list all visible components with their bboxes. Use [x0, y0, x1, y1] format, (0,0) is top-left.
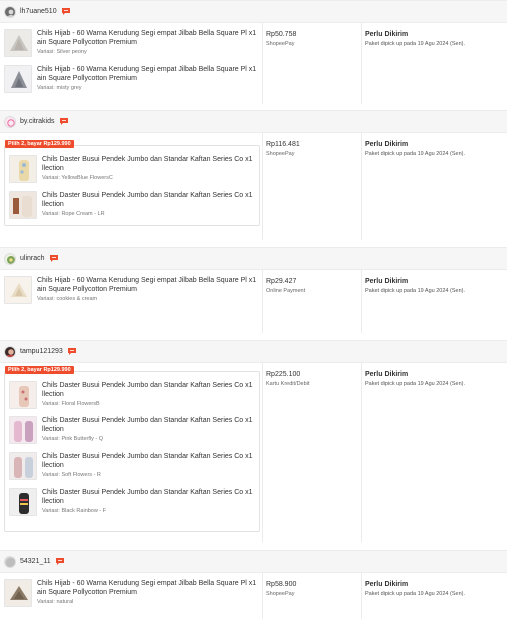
order-header: ulinrach — [0, 247, 507, 270]
order-header: 54321_11 — [0, 550, 507, 573]
order-card: by.citrakids Pilih 2, bayar Rp129.990 Ch… — [0, 110, 507, 240]
order-status: Perlu Dikirim — [365, 31, 409, 38]
product-thumbnail — [4, 579, 32, 607]
status-detail: Paket dipick up pada 19 Agu 2024 (Sen). — [365, 151, 465, 157]
order-item[interactable]: Chils Daster Busui Pendek Jumbo dan Stan… — [9, 379, 259, 413]
product-thumbnail — [9, 488, 37, 516]
order-item[interactable]: Chils Daster Busui Pendek Jumbo dan Stan… — [9, 189, 259, 223]
bundle-group: Pilih 2, bayar Rp129.990 Chils Daster Bu… — [4, 140, 260, 226]
order-card: 54321_11 Chils Hijab - 60 Warna Kerudung… — [0, 550, 507, 619]
product-name: Chils Daster Busui Pendek Jumbo dan Stan… — [42, 417, 253, 433]
bundle-promo-tag: Pilih 2, bayar Rp129.990 — [5, 140, 74, 148]
order-card: tampu121293 Pilih 2, bayar Rp129.990 Chi… — [0, 340, 507, 542]
order-item[interactable]: Chils Hijab - 60 Warna Kerudung Segi emp… — [4, 63, 260, 97]
order-total: Rp116.481 — [266, 141, 300, 148]
product-name: Chils Hijab - 60 Warna Kerudung Segi emp… — [37, 277, 257, 293]
order-status: Perlu Dikirim — [365, 278, 409, 285]
product-variant: Variasi: Pink Butterfly - Q — [42, 436, 104, 442]
user-avatar — [4, 115, 16, 128]
product-variant: Variasi: natural — [37, 599, 74, 605]
product-name: Chils Daster Busui Pendek Jumbo dan Stan… — [42, 453, 253, 469]
user-avatar — [4, 345, 16, 358]
product-variant: Variasi: Soft Flowers - R — [42, 472, 101, 478]
bundle-group: Pilih 2, bayar Rp129.990 Chils Daster Bu… — [4, 366, 260, 532]
payment-method: ShopeePay — [266, 591, 295, 597]
product-name: Chils Daster Busui Pendek Jumbo dan Stan… — [42, 382, 253, 398]
order-total: Rp225.100 — [266, 371, 301, 378]
product-variant: Variasi: Black Rainbow - F — [42, 508, 107, 514]
buyer-username[interactable]: lh7uane510 — [20, 8, 57, 15]
bundle-promo-tag: Pilih 2, bayar Rp129.990 — [5, 366, 74, 374]
product-name: Chils Hijab - 60 Warna Kerudung Segi emp… — [37, 30, 257, 46]
buyer-username[interactable]: by.citrakids — [20, 118, 55, 125]
order-item[interactable]: Chils Daster Busui Pendek Jumbo dan Stan… — [9, 414, 259, 448]
product-variant: Variasi: Floral FlowersB — [42, 401, 100, 407]
product-name: Chils Daster Busui Pendek Jumbo dan Stan… — [42, 156, 253, 172]
product-name: Chils Daster Busui Pendek Jumbo dan Stan… — [42, 489, 253, 505]
order-total: Rp29.427 — [266, 278, 297, 285]
buyer-username[interactable]: ulinrach — [20, 255, 45, 262]
chat-icon[interactable] — [49, 254, 59, 263]
product-thumbnail — [9, 381, 37, 409]
product-thumbnail — [4, 65, 32, 93]
chat-icon[interactable] — [59, 117, 69, 126]
payment-method: ShopeePay — [266, 151, 295, 157]
product-thumbnail — [4, 29, 32, 57]
product-thumbnail — [4, 276, 32, 304]
chat-icon[interactable] — [55, 557, 65, 566]
product-variant: Variasi: YellowBlue FlowersC — [42, 175, 113, 181]
order-total: Rp50.758 — [266, 31, 297, 38]
product-name: Chils Hijab - 60 Warna Kerudung Segi emp… — [37, 66, 257, 82]
chat-icon[interactable] — [61, 7, 71, 16]
order-item[interactable]: Chils Hijab - 60 Warna Kerudung Segi emp… — [4, 27, 260, 61]
order-card: ulinrach Chils Hijab - 60 Warna Kerudung… — [0, 247, 507, 333]
payment-method: ShopeePay — [266, 41, 295, 47]
product-name: Chils Hijab - 60 Warna Kerudung Segi emp… — [37, 580, 257, 596]
order-status: Perlu Dikirim — [365, 581, 409, 588]
order-status: Perlu Dikirim — [365, 141, 409, 148]
chat-icon[interactable] — [67, 347, 77, 356]
user-avatar — [4, 5, 16, 18]
order-item[interactable]: Chils Hijab - 60 Warna Kerudung Segi emp… — [4, 577, 260, 611]
payment-method: Online Payment — [266, 288, 306, 294]
buyer-username[interactable]: tampu121293 — [20, 348, 63, 355]
order-status: Perlu Dikirim — [365, 371, 409, 378]
order-header: tampu121293 — [0, 340, 507, 363]
user-avatar — [4, 555, 16, 568]
status-detail: Paket dipick up pada 19 Agu 2024 (Sen). — [365, 381, 465, 387]
order-item[interactable]: Chils Daster Busui Pendek Jumbo dan Stan… — [9, 450, 259, 484]
order-total: Rp58.900 — [266, 581, 297, 588]
order-header: lh7uane510 — [0, 0, 507, 23]
product-thumbnail — [9, 155, 37, 183]
payment-method: Kartu Kredit/Debit — [266, 381, 310, 387]
product-variant: Variasi: Silver peony — [37, 49, 87, 55]
product-variant: Variasi: cookies & cream — [37, 296, 98, 302]
status-detail: Paket dipick up pada 19 Agu 2024 (Sen). — [365, 41, 465, 47]
product-variant: Variasi: Rope Cream - LR — [42, 211, 105, 217]
buyer-username[interactable]: 54321_11 — [20, 558, 51, 565]
order-item[interactable]: Chils Daster Busui Pendek Jumbo dan Stan… — [9, 153, 259, 187]
product-thumbnail — [9, 191, 37, 219]
product-variant: Variasi: misty grey — [37, 85, 82, 91]
product-thumbnail — [9, 452, 37, 480]
order-item[interactable]: Chils Daster Busui Pendek Jumbo dan Stan… — [9, 486, 259, 520]
order-card: lh7uane510 Chils Hijab - 60 Warna Kerudu… — [0, 0, 507, 104]
status-detail: Paket dipick up pada 19 Agu 2024 (Sen). — [365, 288, 465, 294]
order-item[interactable]: Chils Hijab - 60 Warna Kerudung Segi emp… — [4, 274, 260, 308]
product-name: Chils Daster Busui Pendek Jumbo dan Stan… — [42, 192, 253, 208]
status-detail: Paket dipick up pada 19 Agu 2024 (Sen). — [365, 591, 465, 597]
order-header: by.citrakids — [0, 110, 507, 133]
product-thumbnail — [9, 416, 37, 444]
user-avatar — [4, 252, 16, 265]
